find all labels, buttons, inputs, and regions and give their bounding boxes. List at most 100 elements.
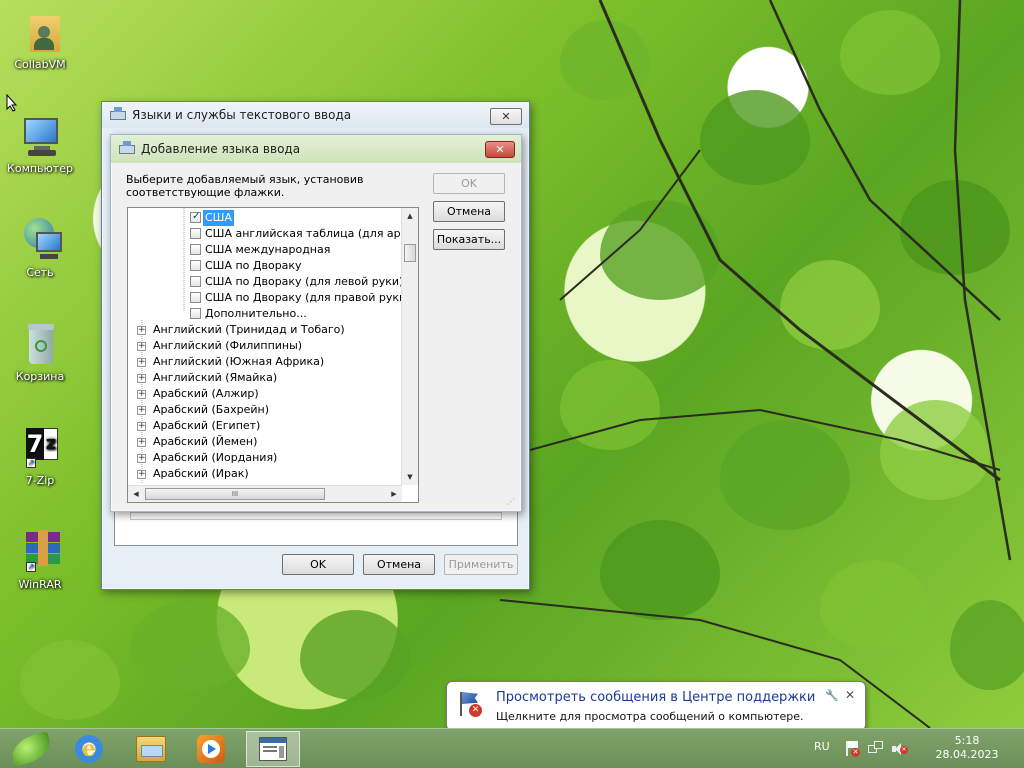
action-center-flag-icon: ✕ — [457, 690, 482, 718]
tray-time: 5:18 — [954, 734, 980, 747]
text-services-apply-button[interactable]: Применить — [444, 554, 518, 575]
language-label: Арабский (Бахрейн) — [153, 403, 269, 416]
expand-plus-icon[interactable]: + — [137, 470, 146, 479]
7zip-icon: 7 z ↗ — [26, 428, 58, 468]
layout-checkbox[interactable] — [190, 292, 201, 303]
close-icon: ✕ — [495, 143, 505, 156]
text-services-titlebar[interactable]: Языки и службы текстового ввода — [102, 102, 529, 128]
language-label: Английский (Южная Африка) — [153, 355, 325, 368]
tray-date: 28.04.2023 — [935, 748, 999, 761]
scroll-left-icon[interactable]: ◀ — [128, 486, 144, 502]
balloon-title[interactable]: Просмотреть сообщения в Центре поддержки — [496, 690, 815, 705]
language-label: Арабский (Алжир) — [153, 387, 259, 400]
language-label: Арабский (Йемен) — [153, 435, 258, 448]
scroll-down-icon[interactable]: ▼ — [402, 469, 418, 485]
expand-plus-icon[interactable]: + — [137, 390, 146, 399]
keyboard-icon — [110, 107, 126, 123]
tray-language-indicator[interactable]: RU — [814, 740, 830, 753]
layout-label: США по Двораку (для левой руки) — [205, 275, 404, 288]
language-label: Арабский (Иордания) — [153, 451, 278, 464]
text-services-title: Языки и службы текстового ввода — [132, 108, 352, 122]
expand-plus-icon[interactable]: + — [137, 326, 146, 335]
wrench-icon[interactable]: 🔧 — [825, 689, 839, 702]
language-label: Английский (Тринидад и Тобаго) — [153, 323, 345, 336]
taskbar: e RU ✕ ✕ 5:18 28.04.2023 — [0, 728, 1024, 768]
resize-grip-icon[interactable]: ⋰ — [507, 497, 517, 507]
text-services-list-bottom — [130, 512, 502, 520]
layout-label: США по Двораку (для правой руки) — [205, 291, 411, 304]
layout-label: США — [203, 210, 234, 226]
text-services-ok-button[interactable]: OK — [282, 554, 354, 575]
tray-clock[interactable]: 5:18 28.04.2023 — [922, 734, 1012, 762]
expand-plus-icon[interactable]: + — [137, 422, 146, 431]
layout-checkbox[interactable] — [190, 308, 201, 319]
layout-checkbox[interactable] — [190, 228, 201, 239]
balloon-close-icon[interactable]: ✕ — [845, 688, 855, 702]
expand-plus-icon[interactable]: + — [137, 454, 146, 463]
taskbar-ie-button[interactable]: e — [62, 731, 116, 767]
expand-plus-icon[interactable]: + — [137, 358, 146, 367]
desktop-icon-network[interactable]: Сеть — [4, 216, 76, 279]
layout-checkbox-usa[interactable]: ✓ — [190, 211, 201, 223]
desktop-icon-label: CollabVM — [14, 58, 66, 71]
expand-plus-icon[interactable]: + — [137, 438, 146, 447]
layout-label: США английская таблица (для арабского — [205, 227, 418, 240]
tree-vertical-scrollbar[interactable]: ▲ ▼ — [401, 208, 418, 485]
desktop-icon-label: Корзина — [15, 370, 65, 383]
balloon-text: Щелкните для просмотра сообщений о компь… — [496, 710, 804, 723]
media-player-icon — [197, 735, 225, 763]
desktop-icon-recycle-bin[interactable]: Корзина — [4, 320, 76, 383]
expand-plus-icon[interactable]: + — [137, 374, 146, 383]
desktop-icon-label: WinRAR — [18, 578, 62, 591]
desktop-icon-label: 7-Zip — [25, 474, 55, 487]
language-label: Арабский (Ирак) — [153, 467, 249, 480]
tray-action-center-icon[interactable]: ✕ — [844, 741, 860, 757]
add-language-cancel-button[interactable]: Отмена — [433, 201, 505, 222]
add-language-close-button[interactable]: ✕ — [485, 141, 515, 158]
taskbar-media-player-button[interactable] — [184, 731, 238, 767]
desktop-icon-winrar[interactable]: ↗ WinRAR — [4, 528, 76, 591]
checkmark-icon: ✓ — [192, 211, 201, 222]
layout-checkbox[interactable] — [190, 260, 201, 271]
desktop-icon-collabvm[interactable]: CollabVM — [4, 8, 76, 71]
winrar-icon: ↗ — [16, 528, 64, 576]
network-icon — [16, 216, 64, 264]
text-services-close-button[interactable]: ✕ — [490, 108, 522, 125]
add-language-show-button[interactable]: Показать... — [433, 229, 505, 250]
language-label: Арабский (Египет) — [153, 419, 261, 432]
layout-label: США международная — [205, 243, 331, 256]
text-services-cancel-button[interactable]: Отмена — [363, 554, 435, 575]
vertical-scroll-thumb[interactable] — [404, 244, 416, 262]
tree-horizontal-scrollbar[interactable]: ◀ III ▶ — [128, 485, 402, 502]
layout-checkbox[interactable] — [190, 244, 201, 255]
add-language-ok-button[interactable]: OK — [433, 173, 505, 194]
internet-explorer-icon: e — [75, 735, 103, 763]
file-explorer-icon — [136, 736, 166, 762]
add-language-titlebar[interactable]: Добавление языка ввода — [111, 135, 521, 163]
add-language-dialog: Добавление языка ввода ✕ Выберите добавл… — [110, 134, 522, 512]
expand-plus-icon[interactable]: + — [137, 342, 146, 351]
taskbar-text-services-button[interactable] — [246, 731, 300, 767]
keyboard-icon — [119, 141, 135, 157]
scroll-up-icon[interactable]: ▲ — [402, 208, 418, 224]
start-button[interactable] — [4, 731, 58, 767]
mouse-cursor-icon — [6, 94, 18, 112]
expand-plus-icon[interactable]: + — [137, 406, 146, 415]
language-tree[interactable]: ✓ США США английская таблица (для арабск… — [127, 207, 419, 503]
add-language-instruction: Выберите добавляемый язык, установив соо… — [126, 173, 364, 199]
desktop-icon-label: Компьютер — [7, 162, 73, 175]
close-icon: ✕ — [501, 110, 511, 123]
scroll-right-icon[interactable]: ▶ — [386, 486, 402, 502]
recycle-bin-icon — [16, 320, 64, 368]
start-leaf-icon — [8, 731, 54, 767]
action-center-balloon[interactable]: ✕ Просмотреть сообщения в Центре поддерж… — [446, 681, 866, 740]
layout-checkbox[interactable] — [190, 276, 201, 287]
desktop-icon-7zip[interactable]: 7 z ↗ 7-Zip — [4, 424, 76, 487]
tray-network-icon[interactable] — [868, 741, 884, 757]
tray-volume-muted-icon[interactable]: ✕ — [892, 741, 908, 757]
horizontal-scroll-thumb[interactable]: III — [145, 488, 325, 500]
add-language-title: Добавление языка ввода — [141, 142, 301, 156]
desktop-icon-computer[interactable]: Компьютер — [4, 112, 76, 175]
layout-label: США по Двораку — [205, 259, 302, 272]
taskbar-explorer-button[interactable] — [124, 731, 178, 767]
